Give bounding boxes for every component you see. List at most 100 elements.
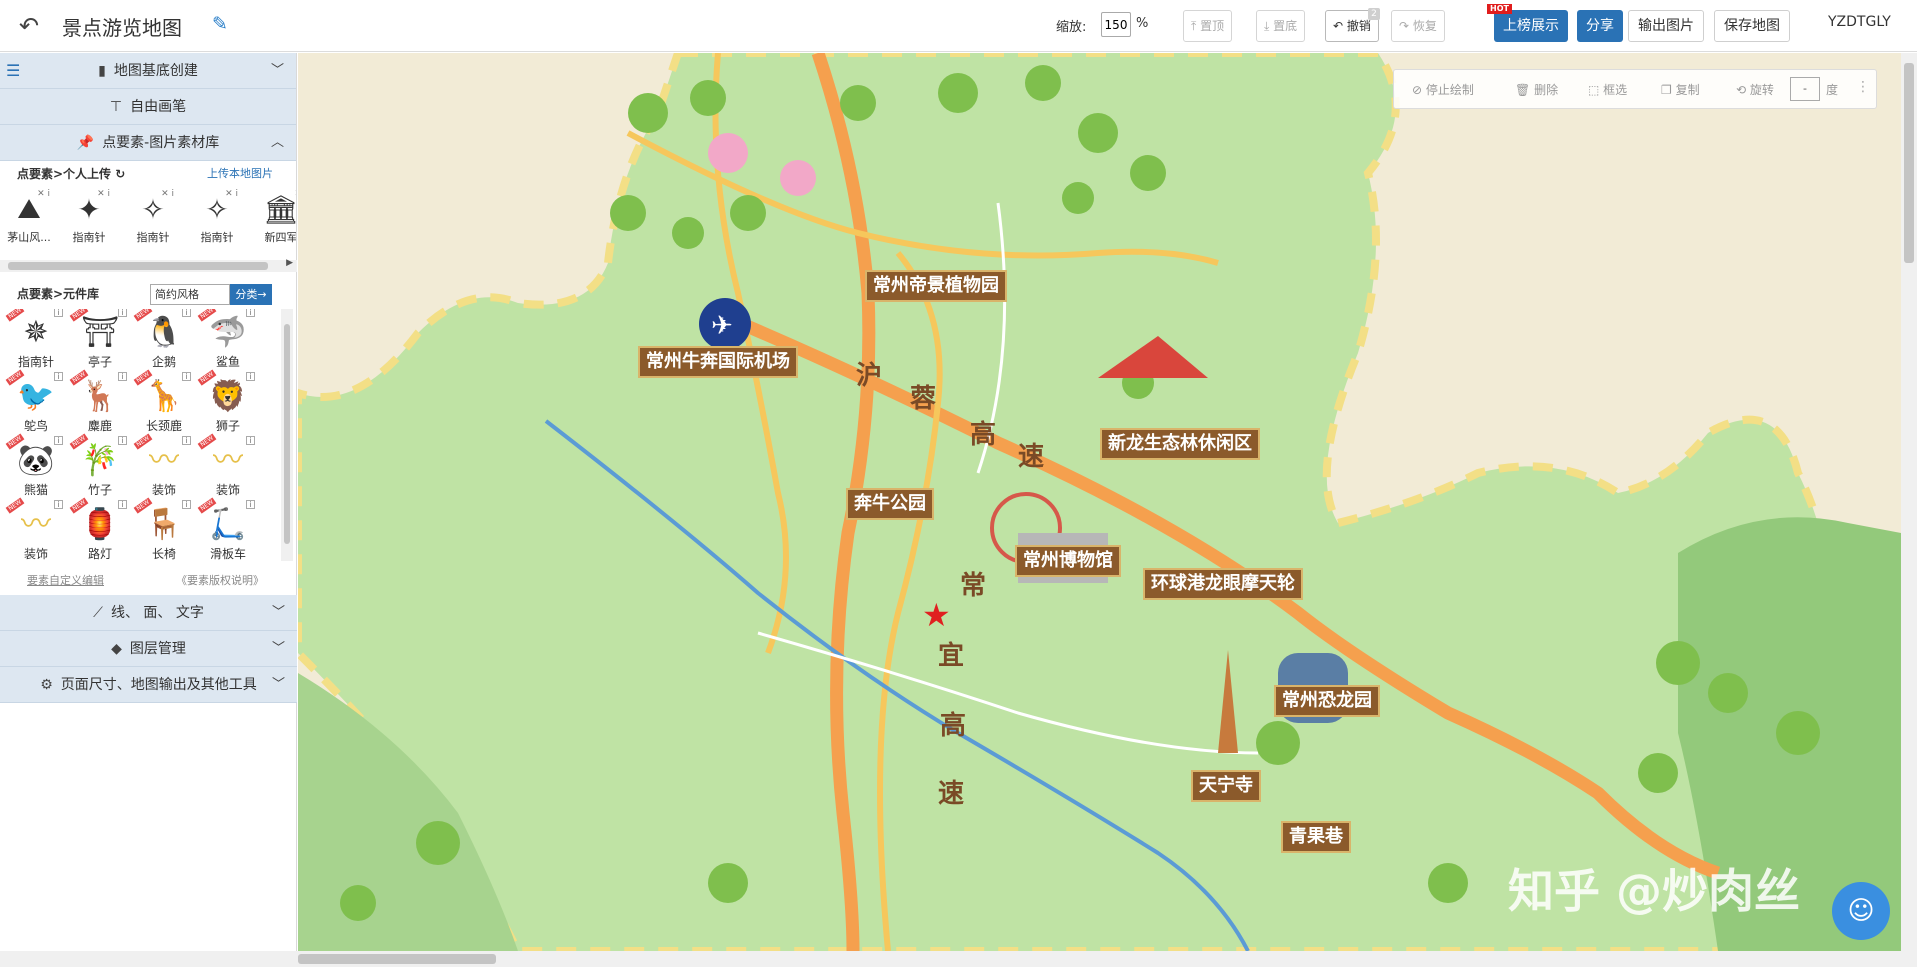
map-label-ferris-wheel[interactable]: 环球港龙眼摩天轮 — [1143, 568, 1303, 600]
delete-button[interactable]: 🗑 删除 — [1515, 81, 1558, 98]
scrollbar-thumb[interactable] — [1904, 63, 1914, 263]
info-icon[interactable]: i — [118, 309, 127, 317]
info-icon[interactable]: i — [54, 309, 63, 317]
horizontal-scrollbar[interactable] — [0, 951, 1917, 967]
section-lines-areas-text[interactable]: ⟋ 线、 面、 文字 ﹀ — [0, 595, 297, 631]
library-item[interactable]: NEW i 🦌 麋鹿 — [68, 369, 132, 437]
road-label-char: 高 — [940, 711, 967, 741]
rank-showcase-button[interactable]: HOT 上榜展示 — [1487, 4, 1568, 42]
library-scrollbar[interactable] — [281, 309, 293, 561]
close-icon[interactable]: ✕ i — [97, 189, 110, 199]
library-item[interactable]: NEW i 〰装饰 — [132, 433, 196, 501]
upload-item[interactable]: ✕ i ✧ 指南针 — [188, 189, 246, 249]
upload-item-label: 指南针 — [72, 231, 106, 244]
map-label-benniu-park[interactable]: 奔牛公园 — [846, 488, 934, 520]
rotate-degree-input[interactable]: - — [1790, 77, 1820, 101]
close-icon[interactable]: ✕ i — [161, 189, 174, 199]
rotate-button[interactable]: ⟲ 旋转 — [1736, 81, 1774, 98]
map-label-dinosaur-park[interactable]: 常州恐龙园 — [1274, 685, 1380, 717]
info-icon[interactable]: i — [182, 309, 191, 317]
decoration-icon: 〰 — [213, 443, 243, 478]
info-icon[interactable]: i — [246, 436, 255, 445]
info-icon[interactable]: i — [246, 500, 255, 509]
library-item[interactable]: NEW i 〰装饰 — [4, 497, 68, 561]
library-item[interactable]: NEW i 🛴 滑板车 — [196, 497, 260, 561]
map-canvas[interactable]: ✈ ★ 常州帝景植物园 常州牛奔国际机场 新龙生态林休闲区 奔牛公园 常州博物馆… — [298, 53, 1901, 951]
upload-item[interactable]: ✕🏛 新四军 — [252, 189, 296, 249]
library-item[interactable]: NEW i ✵ 指南针 — [4, 309, 68, 373]
library-item[interactable]: NEW i 🐧 企鹅 — [132, 309, 196, 373]
redo-button[interactable]: ↷ 恢复 — [1391, 10, 1445, 42]
info-icon[interactable]: i — [246, 372, 255, 381]
library-item[interactable]: NEW i 〰装饰 — [196, 433, 260, 501]
zoom-input[interactable] — [1101, 12, 1131, 37]
chat-assistant-icon[interactable]: ☺ — [1832, 882, 1890, 940]
upload-item[interactable]: ✕ i ✦ 指南针 — [60, 189, 118, 249]
copyright-link[interactable]: 《要素版权说明》 — [176, 572, 264, 588]
info-icon[interactable]: i — [54, 436, 63, 445]
map-label-qingguo-lane[interactable]: 青果巷 — [1281, 821, 1351, 853]
vertical-scrollbar[interactable] — [1901, 53, 1917, 951]
category-button[interactable]: 分类→ — [230, 284, 272, 305]
scrollbar-thumb[interactable] — [284, 324, 290, 544]
close-icon[interactable]: ✕ — [294, 189, 296, 199]
info-icon[interactable]: i — [182, 372, 191, 381]
stop-draw-button[interactable]: ⊘ 停止绘制 — [1412, 81, 1474, 98]
send-to-bottom-button[interactable]: ⤓ 置底 — [1256, 10, 1306, 42]
upload-item[interactable]: ✕ i ⛰ 茅山风... — [0, 189, 58, 249]
section-layers[interactable]: ◆ 图层管理 ﹀ — [0, 631, 297, 667]
info-icon[interactable]: i — [54, 500, 63, 509]
library-footer: 要素自定义编辑 《要素版权说明》 — [0, 567, 297, 593]
map-label-botanical-garden[interactable]: 常州帝景植物园 — [865, 270, 1007, 302]
upload-item[interactable]: ✕ i ✧ 指南针 — [124, 189, 182, 249]
share-button[interactable]: 分享 — [1577, 10, 1623, 42]
library-item[interactable]: NEW i 🪑 长椅 — [132, 497, 196, 561]
style-select[interactable]: 简约风格 — [150, 284, 230, 305]
info-icon[interactable]: i — [246, 309, 255, 317]
bring-to-top-button[interactable]: ⤒ 置顶 — [1183, 10, 1233, 42]
library-item[interactable]: NEW i ⛩ 亭子 — [68, 309, 132, 373]
scrollbar-thumb[interactable] — [298, 954, 496, 964]
info-icon[interactable]: i — [182, 436, 191, 445]
drag-handle-icon[interactable]: ⋮ — [1856, 79, 1870, 95]
info-icon[interactable]: i — [118, 436, 127, 445]
section-free-brush[interactable]: ⊤ 自由画笔 — [0, 89, 296, 125]
info-icon[interactable]: i — [182, 500, 191, 509]
save-map-button[interactable]: 保存地图 — [1714, 10, 1790, 42]
export-image-button[interactable]: 输出图片 — [1628, 10, 1704, 42]
library-item[interactable]: NEW i 🎋 竹子 — [68, 433, 132, 501]
scrollbar-thumb[interactable] — [8, 262, 268, 270]
undo-button[interactable]: ↶ 撤销 2 — [1325, 8, 1380, 42]
section-base-map[interactable]: ☰ ▮ 地图基底创建 ﹀ — [0, 53, 296, 89]
copy-button[interactable]: ❐ 复制 — [1661, 81, 1700, 98]
scroll-right-icon[interactable]: ▶ — [286, 258, 293, 268]
custom-edit-link[interactable]: 要素自定义编辑 — [27, 572, 104, 588]
map-label-museum[interactable]: 常州博物馆 — [1015, 545, 1121, 577]
library-item[interactable]: NEW i 🏮 路灯 — [68, 497, 132, 561]
section-point-library[interactable]: 📌 点要素-图片素材库 ︿ — [0, 125, 296, 161]
collapse-sidebar-icon[interactable]: ☰ — [6, 53, 20, 89]
section-page-tools[interactable]: ⚙ 页面尺寸、地图输出及其他工具 ﹀ — [0, 667, 297, 703]
library-item[interactable]: NEW i 🦁 狮子 — [196, 369, 260, 437]
library-item[interactable]: NEW i 🦒 长颈鹿 — [132, 369, 196, 437]
upload-local-link[interactable]: 上传本地图片 — [207, 161, 273, 187]
box-select-button[interactable]: ⬚ 框选 — [1588, 81, 1627, 98]
library-item[interactable]: NEW i 🦈 鲨鱼 — [196, 309, 260, 373]
edit-title-icon[interactable]: ✎ — [212, 13, 228, 35]
info-icon[interactable]: i — [118, 500, 127, 509]
map-label-xinlong-forest[interactable]: 新龙生态林休闲区 — [1100, 428, 1260, 460]
chevron-up-icon: ︿ — [270, 135, 284, 150]
info-icon[interactable]: i — [54, 372, 63, 381]
map-label-airport[interactable]: 常州牛奔国际机场 — [638, 346, 798, 378]
chevron-down-icon: ﹀ — [271, 677, 285, 692]
refresh-icon[interactable]: ↻ — [115, 167, 125, 181]
user-name[interactable]: YZDTGLY — [1828, 14, 1891, 30]
info-icon[interactable]: i — [118, 372, 127, 381]
map-label-tianning-temple[interactable]: 天宁寺 — [1191, 770, 1261, 802]
library-item[interactable]: NEW i 🐼 熊猫 — [4, 433, 68, 501]
thumbnails-scrollbar[interactable]: ▶ — [0, 258, 297, 272]
library-item[interactable]: NEW i 🐦 鸵鸟 — [4, 369, 68, 437]
close-icon[interactable]: ✕ i — [37, 189, 50, 199]
close-icon[interactable]: ✕ i — [225, 189, 238, 199]
back-arrow-icon[interactable]: ↶ — [14, 11, 44, 41]
